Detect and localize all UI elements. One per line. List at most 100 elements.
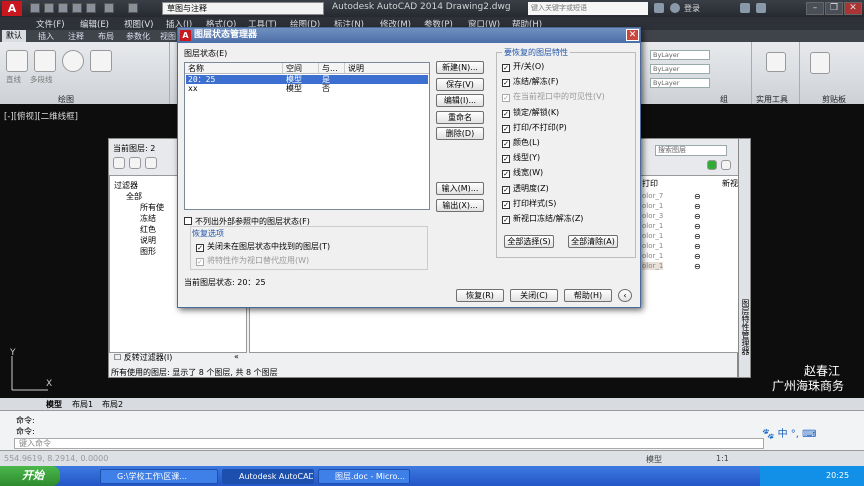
tab-model[interactable]: 模型: [46, 399, 62, 410]
open-file-icon[interactable]: [44, 3, 54, 13]
measure-icon[interactable]: [766, 52, 786, 72]
prop-plot-checkbox[interactable]: ✓ 打印/不打印(P): [502, 122, 567, 133]
help-icon[interactable]: [756, 3, 766, 13]
tab-layout1[interactable]: 布局1: [72, 399, 93, 410]
exchange-icon[interactable]: [740, 3, 750, 13]
delete-state-button[interactable]: 删除(D): [436, 127, 484, 140]
settings-icon[interactable]: [721, 160, 731, 170]
filter-used[interactable]: 所有使: [140, 202, 164, 213]
save-as-icon[interactable]: [72, 3, 82, 13]
annotation-scale[interactable]: 1:1: [716, 454, 729, 463]
collapse-arrow-icon[interactable]: ‹: [618, 289, 632, 302]
col-match[interactable]: 与...: [319, 63, 345, 74]
lineweight-combo[interactable]: ByLayer: [650, 78, 710, 88]
help-button[interactable]: 帮助(H): [564, 289, 612, 302]
select-all-button[interactable]: 全部选择(S): [504, 235, 554, 248]
col-name[interactable]: 名称: [185, 63, 283, 74]
turn-off-checkbox[interactable]: ✓ 关闭未在图层状态中找到的图层(T): [196, 241, 330, 252]
save-icon[interactable]: [58, 3, 68, 13]
linetype-combo[interactable]: ByLayer: [650, 64, 710, 74]
prop-color-checkbox[interactable]: ✓ 颜色(L): [502, 137, 540, 148]
undo-icon[interactable]: [104, 3, 114, 13]
close-button[interactable]: ✕: [844, 2, 862, 15]
line-tool-icon[interactable]: [6, 50, 28, 72]
tab-parametric[interactable]: 参数化: [126, 31, 150, 42]
edit-state-button[interactable]: 编辑(I)...: [436, 94, 484, 107]
menu-edit[interactable]: 编辑(E): [80, 18, 109, 30]
viewport-label[interactable]: [-][俯视][二维线框]: [4, 110, 78, 122]
layer-states-icon[interactable]: [145, 157, 157, 169]
col-new-vp[interactable]: 新视: [722, 178, 738, 189]
prop-vp-visibility-checkbox[interactable]: ✓ 在当前视口中的可见性(V): [502, 91, 605, 102]
export-state-button[interactable]: 输出(X)...: [436, 199, 484, 212]
prop-lineweight-checkbox[interactable]: ✓ 线宽(W): [502, 167, 543, 178]
task-word[interactable]: 图层.doc - Micro...: [318, 469, 410, 484]
rename-state-button[interactable]: 重命名: [436, 111, 484, 124]
circle-tool-icon[interactable]: [62, 50, 84, 72]
redo-icon[interactable]: [128, 3, 138, 13]
new-file-icon[interactable]: [30, 3, 40, 13]
prop-new-vp-freeze-checkbox[interactable]: ✓ 新视口冻结/解冻(Z): [502, 213, 583, 224]
prop-on-off-checkbox[interactable]: ✓ 开/关(O): [502, 61, 544, 72]
minimize-button[interactable]: –: [806, 2, 824, 15]
arc-tool-icon[interactable]: [90, 50, 112, 72]
close-dialog-button[interactable]: 关闭(C): [510, 289, 558, 302]
print-icon[interactable]: [86, 3, 96, 13]
new-group-filter-icon[interactable]: [129, 157, 141, 169]
login-link[interactable]: 登录: [684, 3, 700, 14]
import-state-button[interactable]: 输入(M)...: [436, 182, 484, 195]
workspace-select[interactable]: 草图与注释: [162, 2, 324, 15]
user-icon[interactable]: [670, 3, 680, 13]
filter-red[interactable]: 红色: [140, 224, 156, 235]
col-space[interactable]: 空间: [283, 63, 319, 74]
restore-button[interactable]: 恢复(R): [456, 289, 504, 302]
command-input[interactable]: 键入命令: [14, 438, 764, 449]
apply-viewport-checkbox[interactable]: ✓ 将特性作为视口替代应用(W): [196, 255, 309, 266]
prop-freeze-checkbox[interactable]: ✓ 冻结/解冻(F): [502, 76, 559, 87]
new-state-button[interactable]: 新建(N)...: [436, 61, 484, 74]
prop-plotstyle-checkbox[interactable]: ✓ 打印样式(S): [502, 198, 556, 209]
filter-root[interactable]: 过滤器: [114, 180, 138, 191]
tab-insert[interactable]: 插入: [38, 31, 54, 42]
layer-manager-sidebar[interactable]: 图层特性管理器: [738, 138, 751, 378]
new-property-filter-icon[interactable]: [113, 157, 125, 169]
filter-notes[interactable]: 说明: [140, 235, 156, 246]
prop-transparency-checkbox[interactable]: ✓ 透明度(Z): [502, 183, 549, 194]
state-row[interactable]: xx 模型 否: [186, 84, 428, 93]
filter-all[interactable]: 全部: [126, 191, 142, 202]
color-combo[interactable]: ByLayer: [650, 50, 710, 60]
filter-graphics[interactable]: 图形: [140, 246, 156, 257]
invert-filter-checkbox[interactable]: ☐ 反转过滤器(I): [114, 352, 172, 363]
model-space-button[interactable]: 模型: [646, 454, 662, 465]
menu-view[interactable]: 视图(V): [124, 18, 153, 30]
state-row[interactable]: 20：25 模型 是: [186, 75, 428, 84]
task-autocad[interactable]: Autodesk AutoCAD...: [222, 469, 314, 484]
tab-layout[interactable]: 布局: [98, 31, 114, 42]
search-input[interactable]: 键入关键字或短语: [528, 2, 648, 15]
plot-icons[interactable]: ⊖ ⊖ ⊖ ⊖ ⊖ ⊖ ⊖ ⊖: [694, 192, 701, 272]
dialog-close-button[interactable]: ✕: [626, 29, 639, 41]
layer-states-list[interactable]: 名称 空间 与... 说明 20：25 模型 是 xx 模型 否: [184, 62, 430, 210]
start-button[interactable]: 开始: [0, 466, 60, 486]
prop-linetype-checkbox[interactable]: ✓ 线型(Y): [502, 152, 540, 163]
tab-view[interactable]: 视图: [160, 31, 176, 42]
tab-annotate[interactable]: 注释: [68, 31, 84, 42]
paste-icon[interactable]: [810, 52, 830, 74]
tab-default[interactable]: 默认: [2, 30, 26, 42]
col-plot[interactable]: 打印: [642, 178, 658, 189]
save-state-button[interactable]: 保存(V): [436, 78, 484, 91]
restore-button[interactable]: ❐: [825, 2, 843, 15]
tab-layout2[interactable]: 布局2: [102, 399, 123, 410]
search-icon[interactable]: [654, 3, 664, 13]
polyline-tool-icon[interactable]: [34, 50, 56, 72]
menu-file[interactable]: 文件(F): [36, 18, 65, 30]
clear-all-button[interactable]: 全部清除(A): [568, 235, 618, 248]
refresh-icon[interactable]: [707, 160, 717, 170]
layer-search-input[interactable]: 搜索图层: [655, 145, 727, 156]
filter-frozen[interactable]: 冻结: [140, 213, 156, 224]
collapse-button[interactable]: «: [234, 352, 239, 361]
ime-indicator[interactable]: 🐾 中 °, ⌨: [762, 425, 817, 440]
autocad-logo-icon[interactable]: A: [2, 1, 22, 16]
prop-lock-checkbox[interactable]: ✓ 锁定/解锁(K): [502, 107, 559, 118]
col-desc[interactable]: 说明: [345, 63, 429, 74]
